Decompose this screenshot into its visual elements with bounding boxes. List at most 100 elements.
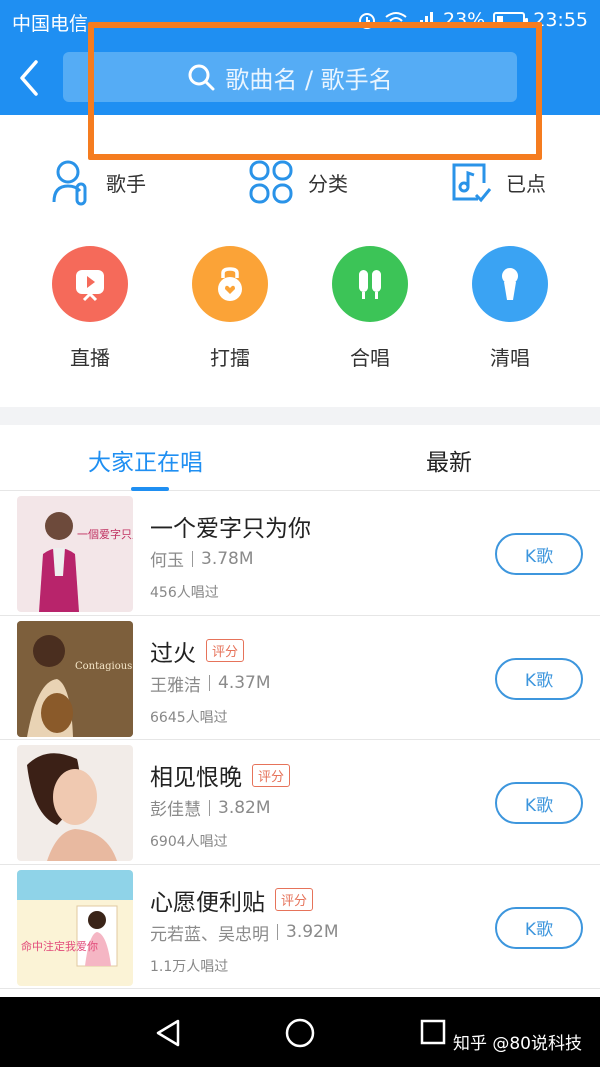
song-title: 过火 xyxy=(150,640,196,667)
nav-home-button[interactable] xyxy=(282,1015,318,1051)
song-title-line: 相见恨晚 评分 xyxy=(150,758,291,792)
quick-links: 歌手 分类 已点 xyxy=(0,150,600,220)
quick-link-label: 分类 xyxy=(308,171,348,196)
song-title: 一个爱字只为你 xyxy=(150,516,311,542)
list-item[interactable]: 命中注定我爱你 心愿便利贴 评分 元若蓝、吴忠明 3.92M 1.1万人唱过 K… xyxy=(0,865,600,989)
live-play-icon xyxy=(76,270,104,302)
feature-label: 直播 xyxy=(70,346,110,370)
square-recents-icon xyxy=(420,1019,446,1045)
section-divider xyxy=(0,407,600,425)
cover-art-text: 命中注定我爱你 xyxy=(21,939,98,953)
tab-latest[interactable]: 最新 xyxy=(426,443,472,477)
rating-badge: 评分 xyxy=(206,639,245,662)
song-meta: 彭佳慧 3.82M xyxy=(150,795,271,821)
artist-name: 何玉 xyxy=(150,551,184,571)
album-cover: 一個爱字只爲你 xyxy=(17,496,133,612)
meta-divider xyxy=(192,550,193,567)
battery-percent: 23% xyxy=(443,9,486,31)
sing-button[interactable]: K歌 xyxy=(495,782,583,824)
cover-art-text: Contagious Love xyxy=(75,661,133,672)
chevron-left-icon xyxy=(20,60,38,96)
song-list: 一個爱字只爲你 一个爱字只为你 何玉 3.78M 456人唱过 K歌 Conta… xyxy=(0,491,600,989)
artist-name: 王雅洁 xyxy=(150,675,201,696)
triangle-back-icon xyxy=(156,1019,180,1047)
song-title-line: 过火 评分 xyxy=(150,634,245,668)
feature-label: 清唱 xyxy=(490,346,530,370)
header-bar: 中国电信 23% 23:55 歌曲名 / 歌手名 xyxy=(0,0,600,115)
song-meta: 元若蓝、吴忠明 3.92M xyxy=(150,920,339,945)
quick-link-label: 歌手 xyxy=(106,171,146,196)
quick-link-ordered[interactable]: 已点 xyxy=(448,150,546,214)
status-bar: 中国电信 23% 23:55 xyxy=(0,0,600,40)
singer-icon xyxy=(52,160,87,206)
song-title-line: 心愿便利贴 评分 xyxy=(150,883,314,917)
battery-icon xyxy=(493,12,529,28)
rating-badge: 评分 xyxy=(252,763,291,787)
album-cover: Contagious Love xyxy=(17,620,133,737)
meta-divider xyxy=(209,799,210,816)
meta-divider xyxy=(277,924,278,940)
back-button[interactable] xyxy=(14,56,46,100)
nav-back-button[interactable] xyxy=(150,1015,186,1051)
file-size: 3.82M xyxy=(218,797,271,818)
list-item[interactable]: 相见恨晚 评分 彭佳慧 3.82M 6904人唱过 K歌 xyxy=(0,740,600,865)
search-placeholder: 歌曲名 / 歌手名 xyxy=(225,65,393,94)
song-meta: 何玉 3.78M xyxy=(150,546,254,572)
song-tabs: 大家正在唱 最新 xyxy=(0,425,600,491)
sing-button[interactable]: K歌 xyxy=(495,906,583,949)
list-item[interactable]: 一個爱字只爲你 一个爱字只为你 何玉 3.78M 456人唱过 K歌 xyxy=(0,491,600,616)
quick-link-category[interactable]: 分类 xyxy=(248,150,348,214)
album-cover xyxy=(17,745,133,861)
artist-name: 彭佳慧 xyxy=(150,800,201,820)
album-cover: 命中注定我爱你 xyxy=(17,869,133,986)
file-size: 4.37M xyxy=(218,673,271,693)
kettlebell-icon xyxy=(218,267,242,301)
carrier-label: 中国电信 xyxy=(12,13,89,35)
feature-circle xyxy=(192,246,268,322)
alarm-icon xyxy=(359,13,375,29)
watermark: 知乎 @80说科技 xyxy=(452,1034,582,1054)
search-icon xyxy=(188,64,215,91)
song-title-line: 一个爱字只为你 xyxy=(150,509,311,543)
meta-divider xyxy=(209,675,210,691)
nav-recents-button[interactable] xyxy=(416,1015,452,1051)
sung-count: 6904人唱过 xyxy=(150,834,228,850)
file-size: 3.92M xyxy=(286,922,339,942)
rating-badge: 评分 xyxy=(275,888,314,911)
song-meta: 王雅洁 4.37M xyxy=(150,671,271,696)
wifi-icon xyxy=(385,12,407,28)
feature-challenge[interactable]: 打擂 xyxy=(185,246,275,371)
duet-mic-icon xyxy=(359,270,381,299)
quick-link-singer[interactable]: 歌手 xyxy=(50,150,146,214)
feature-circle xyxy=(52,246,128,322)
circle-home-icon xyxy=(285,1018,315,1048)
category-icon xyxy=(249,160,293,204)
artist-name: 元若蓝、吴忠明 xyxy=(150,924,269,945)
feature-label: 合唱 xyxy=(350,346,390,370)
search-input[interactable]: 歌曲名 / 歌手名 xyxy=(63,52,517,102)
list-item[interactable]: Contagious Love 过火 评分 王雅洁 4.37M 6645人唱过 … xyxy=(0,616,600,740)
signal-icon xyxy=(415,12,433,28)
sung-count: 456人唱过 xyxy=(150,585,219,601)
feature-live[interactable]: 直播 xyxy=(45,246,135,371)
feature-acapella[interactable]: 清唱 xyxy=(465,246,555,371)
feature-circle xyxy=(332,246,408,322)
tab-trending[interactable]: 大家正在唱 xyxy=(88,443,203,477)
cover-art-text: 一個爱字只爲你 xyxy=(77,527,133,541)
sing-button[interactable]: K歌 xyxy=(495,657,583,700)
quick-link-label: 已点 xyxy=(506,171,546,196)
feature-circle xyxy=(472,246,548,322)
ordered-songs-icon xyxy=(452,163,492,203)
feature-label: 打擂 xyxy=(210,346,250,370)
file-size: 3.78M xyxy=(201,548,254,569)
feature-grid: 直播 打擂 合唱 清唱 xyxy=(0,246,600,386)
status-indicators: 23% 23:55 xyxy=(357,9,588,31)
clock: 23:55 xyxy=(533,9,588,31)
system-nav-bar: 知乎 @80说科技 xyxy=(0,997,600,1067)
sung-count: 1.1万人唱过 xyxy=(150,958,229,975)
feature-duet[interactable]: 合唱 xyxy=(325,246,415,371)
sung-count: 6645人唱过 xyxy=(150,709,228,726)
sing-button[interactable]: K歌 xyxy=(495,533,583,575)
microphone-icon xyxy=(502,268,518,300)
song-title: 相见恨晚 xyxy=(150,765,242,791)
